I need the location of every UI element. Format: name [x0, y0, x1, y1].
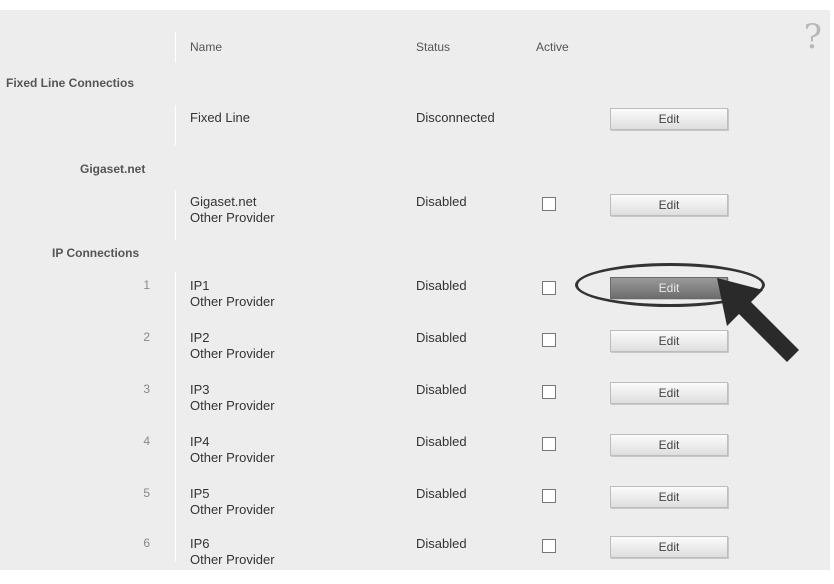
connection-name: IP4 Other Provider: [190, 434, 275, 466]
connection-status: Disconnected: [416, 110, 495, 125]
column-divider: [175, 32, 176, 62]
connection-provider: Other Provider: [190, 210, 275, 225]
connection-name: IP5 Other Provider: [190, 486, 275, 518]
section-fixed-line: Fixed Line Connectios: [6, 76, 135, 90]
edit-button-ip3[interactable]: Edit: [610, 382, 728, 404]
connection-row-ip5: 5 IP5 Other Provider Disabled Edit: [0, 484, 830, 534]
row-number: 6: [143, 536, 150, 550]
connection-row-ip6: 6 IP6 Other Provider Disabled Edit: [0, 534, 830, 584]
connection-name: IP6 Other Provider: [190, 536, 275, 568]
connection-provider: Other Provider: [190, 346, 275, 361]
active-checkbox[interactable]: [542, 197, 556, 211]
connection-provider: Other Provider: [190, 294, 275, 309]
row-number: 1: [143, 278, 150, 292]
connection-row-ip3: 3 IP3 Other Provider Disabled Edit: [0, 380, 830, 430]
pointer-arrow-icon: [717, 278, 799, 362]
connection-row-gigaset: Gigaset.net Other Provider Disabled Edit: [0, 192, 830, 242]
row-number: 5: [143, 486, 150, 500]
connection-name-line1: IP3: [190, 382, 210, 397]
active-checkbox[interactable]: [542, 489, 556, 503]
connection-row-ip2: 2 IP2 Other Provider Disabled Edit: [0, 328, 830, 378]
edit-button-fixed-line[interactable]: Edit: [610, 108, 728, 130]
edit-button-ip2[interactable]: Edit: [610, 330, 728, 352]
connection-status: Disabled: [416, 330, 467, 345]
row-number: 2: [143, 330, 150, 344]
connection-name: Gigaset.net Other Provider: [190, 194, 275, 226]
connection-status: Disabled: [416, 382, 467, 397]
edit-button-ip5[interactable]: Edit: [610, 486, 728, 508]
active-checkbox[interactable]: [542, 281, 556, 295]
connection-status: Disabled: [416, 536, 467, 551]
connection-row-ip4: 4 IP4 Other Provider Disabled Edit: [0, 432, 830, 482]
connection-status: Disabled: [416, 278, 467, 293]
help-icon[interactable]: ?: [804, 20, 822, 54]
connection-provider: Other Provider: [190, 450, 275, 465]
active-checkbox[interactable]: [542, 333, 556, 347]
edit-button-ip4[interactable]: Edit: [610, 434, 728, 456]
edit-button-gigaset[interactable]: Edit: [610, 194, 728, 216]
header-name: Name: [190, 40, 223, 54]
connection-row-fixed-line: Fixed Line Disconnected Edit: [0, 108, 830, 158]
row-number: 4: [143, 434, 150, 448]
section-ip-connections: IP Connections: [52, 246, 140, 260]
connection-name-line1: IP2: [190, 330, 210, 345]
edit-button-ip6[interactable]: Edit: [610, 536, 728, 558]
connection-name: IP1 Other Provider: [190, 278, 275, 310]
row-number: 3: [143, 382, 150, 396]
connection-provider: Other Provider: [190, 398, 275, 413]
active-checkbox[interactable]: [542, 385, 556, 399]
pointer-arrow-shape: [717, 278, 799, 362]
connection-name: IP3 Other Provider: [190, 382, 275, 414]
connection-provider: Other Provider: [190, 552, 275, 567]
active-checkbox[interactable]: [542, 539, 556, 553]
header-status: Status: [416, 40, 451, 54]
active-checkbox[interactable]: [542, 437, 556, 451]
connection-name-line1: IP4: [190, 434, 210, 449]
connection-provider: Other Provider: [190, 502, 275, 517]
connection-name-line1: IP5: [190, 486, 210, 501]
header-active: Active: [536, 40, 569, 54]
connection-name: IP2 Other Provider: [190, 330, 275, 362]
connection-name-line1: IP1: [190, 278, 210, 293]
connection-status: Disabled: [416, 434, 467, 449]
connection-status: Disabled: [416, 194, 467, 209]
connection-name-line1: IP6: [190, 536, 210, 551]
connection-name: Fixed Line: [190, 110, 250, 125]
section-gigaset: Gigaset.net: [80, 162, 146, 176]
connection-status: Disabled: [416, 486, 467, 501]
connection-name-line1: Gigaset.net: [190, 194, 257, 209]
